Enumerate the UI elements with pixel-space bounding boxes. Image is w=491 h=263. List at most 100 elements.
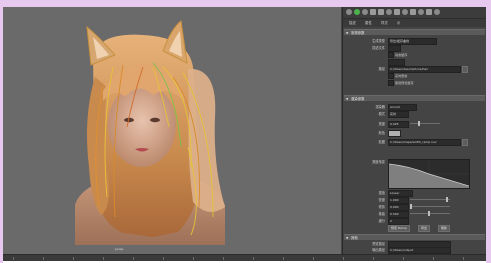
slider-knob[interactable] <box>410 204 412 209</box>
section-label: 渲染参数 <box>351 97 365 101</box>
timeline-tick <box>43 257 44 260</box>
brush-icon[interactable] <box>370 9 376 15</box>
timeline-tick <box>103 257 104 260</box>
attr-field[interactable]: 1.000 <box>388 197 409 204</box>
ramp-graph[interactable] <box>388 159 470 189</box>
attr-label: 密度 <box>378 198 385 202</box>
timeline-tick <box>163 257 164 260</box>
3d-viewport[interactable]: persp <box>3 7 341 254</box>
play-icon[interactable] <box>354 9 360 15</box>
hair-character-render <box>75 20 225 245</box>
comb-icon[interactable] <box>386 9 392 15</box>
tab-0[interactable]: 描述 <box>349 20 356 25</box>
tab-1[interactable]: 属性 <box>365 20 372 25</box>
slider-track[interactable] <box>410 213 450 214</box>
timeline-bar[interactable] <box>3 254 486 261</box>
path-field[interactable]: C:/XGen/descriptions/hair <box>388 66 461 73</box>
ramp-label: 宽度渐变 <box>372 160 385 164</box>
frame-band-right <box>486 0 491 263</box>
button-row: 预览 Ramp 导出 刷新 <box>344 225 485 232</box>
attr-label: 修剪 <box>378 205 385 209</box>
slider-knob[interactable] <box>428 211 430 216</box>
section-header-general[interactable]: ▼ 常规参数 <box>344 29 485 35</box>
right-eye <box>150 117 160 123</box>
tab-3[interactable]: 示 <box>397 20 400 25</box>
attr-label: 卷曲 <box>378 212 385 216</box>
checkbox[interactable] <box>388 73 394 79</box>
attr-field[interactable]: 0.025 <box>388 121 409 128</box>
grid-icon[interactable] <box>378 9 384 15</box>
panel-toolbar <box>343 7 486 19</box>
timeline-tick <box>193 257 194 260</box>
attr-field[interactable]: 2 <box>388 218 409 225</box>
attr-row: 描述文件 <box>344 45 485 52</box>
attr-dropdown[interactable]: 实时 <box>388 111 409 118</box>
sculpt-icon[interactable] <box>418 9 424 15</box>
timeline-tick <box>283 257 284 260</box>
help-icon[interactable] <box>434 9 440 15</box>
folder-icon[interactable] <box>462 66 468 73</box>
color-swatch[interactable] <box>388 130 401 137</box>
layer-icon[interactable] <box>410 9 416 15</box>
attr-field[interactable]: C:/XGen/output <box>388 247 451 254</box>
timeline-tick <box>313 257 314 260</box>
checkbox[interactable] <box>388 80 394 86</box>
checkbox-label: 动态缓存 <box>395 53 408 57</box>
attr-label: 输出路径 <box>372 248 385 252</box>
slider-knob[interactable] <box>446 197 448 202</box>
section-header-other[interactable]: ▼ 其他 <box>344 234 485 240</box>
attr-field[interactable]: 0.000 <box>388 204 409 211</box>
checkbox[interactable] <box>388 52 394 58</box>
refresh-button[interactable]: 刷新 <box>438 225 451 232</box>
slider-track[interactable] <box>410 123 440 124</box>
collapse-triangle-icon: ▼ <box>346 97 349 101</box>
attr-label: 细分 <box>378 219 385 223</box>
attr-label: 模式 <box>378 112 385 116</box>
attribute-editor-panel: 描述 属性 样式 示 ▼ 常规参数 生成类型 导出/缓存曲线 描述文件 动态缓存… <box>342 7 486 254</box>
cut-icon[interactable] <box>426 9 432 15</box>
attr-row: 密度 1.000 <box>344 197 485 204</box>
slider-track[interactable] <box>410 199 450 200</box>
map-path-field[interactable]: C:/XGen/maps/width_ramp.xuv <box>388 139 461 146</box>
frame-band-top <box>0 0 491 7</box>
attr-field[interactable]: 0.500 <box>388 211 409 218</box>
timeline-tick <box>403 257 404 260</box>
timeline-tick <box>433 257 434 260</box>
timeline-tick <box>253 257 254 260</box>
viewport-camera-label: persp <box>115 247 124 251</box>
checkbox-label: 实时更新 <box>395 74 408 78</box>
attr-row: 模式 实时 <box>344 111 485 118</box>
attr-label: 颜色 <box>378 131 385 135</box>
attr-label: 路径 <box>378 67 385 71</box>
sphere-icon[interactable] <box>402 9 408 15</box>
preview-ramp-button[interactable]: 预览 Ramp <box>388 225 410 232</box>
attr-label: 描述文件 <box>372 46 385 50</box>
attr-field[interactable] <box>388 59 405 66</box>
attr-label: 生成类型 <box>372 39 385 43</box>
collapse-triangle-icon: ▼ <box>346 31 349 35</box>
attr-dropdown[interactable]: 导出/缓存曲线 <box>388 38 437 45</box>
section-label: 其他 <box>351 236 358 240</box>
checkbox-label: 使用预览缓存 <box>395 81 414 85</box>
section-header-render[interactable]: ▼ 渲染参数 <box>344 95 485 101</box>
folder-icon[interactable] <box>462 139 468 146</box>
tab-2[interactable]: 样式 <box>381 20 388 25</box>
slider-knob[interactable] <box>418 121 420 126</box>
attr-dropdown[interactable]: Linear <box>388 190 413 197</box>
timeline-tick <box>73 257 74 260</box>
attr-dropdown[interactable]: Arnold <box>388 104 417 111</box>
refresh-icon[interactable] <box>346 9 352 15</box>
pencil-icon[interactable] <box>394 9 400 15</box>
attr-field[interactable] <box>388 45 401 52</box>
attr-check-row: 使用预览缓存 <box>344 80 485 86</box>
attr-row: 插值 Linear <box>344 190 485 197</box>
section-label: 常规参数 <box>351 31 365 35</box>
attr-row: 修剪 0.000 <box>344 204 485 211</box>
timeline-tick <box>343 257 344 260</box>
attr-row: 颜色 <box>344 130 485 137</box>
face-shape <box>108 83 176 167</box>
slider-track[interactable] <box>410 206 450 207</box>
gear-icon[interactable] <box>362 9 368 15</box>
export-button[interactable]: 导出 <box>418 225 431 232</box>
collapse-triangle-icon: ▼ <box>346 236 349 240</box>
